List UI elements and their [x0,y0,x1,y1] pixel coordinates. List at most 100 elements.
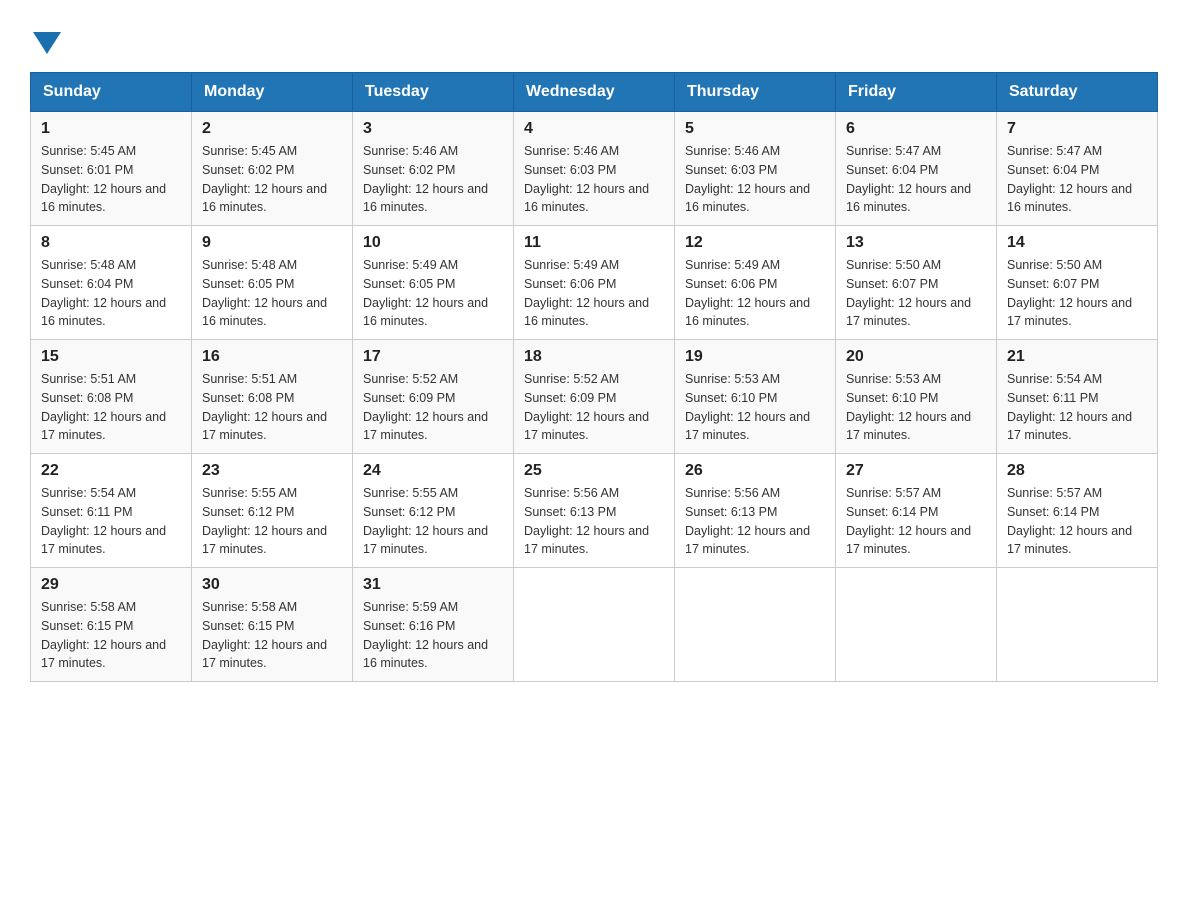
day-number: 6 [846,120,986,138]
day-info: Sunrise: 5:56 AMSunset: 6:13 PMDaylight:… [685,484,825,559]
day-info: Sunrise: 5:50 AMSunset: 6:07 PMDaylight:… [1007,256,1147,331]
day-number: 31 [363,576,503,594]
day-number: 3 [363,120,503,138]
calendar-cell: 22 Sunrise: 5:54 AMSunset: 6:11 PMDaylig… [31,454,192,568]
calendar-week-row: 29 Sunrise: 5:58 AMSunset: 6:15 PMDaylig… [31,568,1158,682]
day-info: Sunrise: 5:46 AMSunset: 6:03 PMDaylight:… [524,142,664,217]
page-header [30,20,1158,54]
day-number: 28 [1007,462,1147,480]
calendar-cell: 31 Sunrise: 5:59 AMSunset: 6:16 PMDaylig… [353,568,514,682]
header-cell-wednesday: Wednesday [514,73,675,112]
day-info: Sunrise: 5:48 AMSunset: 6:05 PMDaylight:… [202,256,342,331]
calendar-cell: 3 Sunrise: 5:46 AMSunset: 6:02 PMDayligh… [353,112,514,226]
calendar-cell: 26 Sunrise: 5:56 AMSunset: 6:13 PMDaylig… [675,454,836,568]
calendar-cell: 27 Sunrise: 5:57 AMSunset: 6:14 PMDaylig… [836,454,997,568]
logo [30,28,61,54]
day-number: 5 [685,120,825,138]
day-number: 21 [1007,348,1147,366]
calendar-cell: 6 Sunrise: 5:47 AMSunset: 6:04 PMDayligh… [836,112,997,226]
calendar-cell: 12 Sunrise: 5:49 AMSunset: 6:06 PMDaylig… [675,226,836,340]
day-number: 15 [41,348,181,366]
calendar-cell [836,568,997,682]
calendar-cell: 7 Sunrise: 5:47 AMSunset: 6:04 PMDayligh… [997,112,1158,226]
header-cell-thursday: Thursday [675,73,836,112]
day-info: Sunrise: 5:52 AMSunset: 6:09 PMDaylight:… [524,370,664,445]
day-info: Sunrise: 5:58 AMSunset: 6:15 PMDaylight:… [41,598,181,673]
day-info: Sunrise: 5:49 AMSunset: 6:06 PMDaylight:… [685,256,825,331]
day-info: Sunrise: 5:51 AMSunset: 6:08 PMDaylight:… [41,370,181,445]
day-info: Sunrise: 5:45 AMSunset: 6:02 PMDaylight:… [202,142,342,217]
day-number: 26 [685,462,825,480]
calendar-cell: 29 Sunrise: 5:58 AMSunset: 6:15 PMDaylig… [31,568,192,682]
day-info: Sunrise: 5:49 AMSunset: 6:05 PMDaylight:… [363,256,503,331]
calendar-cell: 16 Sunrise: 5:51 AMSunset: 6:08 PMDaylig… [192,340,353,454]
day-info: Sunrise: 5:59 AMSunset: 6:16 PMDaylight:… [363,598,503,673]
calendar-cell: 11 Sunrise: 5:49 AMSunset: 6:06 PMDaylig… [514,226,675,340]
calendar-cell: 4 Sunrise: 5:46 AMSunset: 6:03 PMDayligh… [514,112,675,226]
calendar-cell: 23 Sunrise: 5:55 AMSunset: 6:12 PMDaylig… [192,454,353,568]
calendar-cell: 1 Sunrise: 5:45 AMSunset: 6:01 PMDayligh… [31,112,192,226]
calendar-table: SundayMondayTuesdayWednesdayThursdayFrid… [30,72,1158,682]
day-info: Sunrise: 5:56 AMSunset: 6:13 PMDaylight:… [524,484,664,559]
day-number: 22 [41,462,181,480]
day-number: 13 [846,234,986,252]
day-info: Sunrise: 5:55 AMSunset: 6:12 PMDaylight:… [363,484,503,559]
calendar-cell: 28 Sunrise: 5:57 AMSunset: 6:14 PMDaylig… [997,454,1158,568]
calendar-cell: 25 Sunrise: 5:56 AMSunset: 6:13 PMDaylig… [514,454,675,568]
calendar-cell [997,568,1158,682]
header-cell-saturday: Saturday [997,73,1158,112]
day-number: 30 [202,576,342,594]
calendar-cell: 21 Sunrise: 5:54 AMSunset: 6:11 PMDaylig… [997,340,1158,454]
day-number: 1 [41,120,181,138]
day-number: 25 [524,462,664,480]
calendar-week-row: 22 Sunrise: 5:54 AMSunset: 6:11 PMDaylig… [31,454,1158,568]
calendar-cell: 30 Sunrise: 5:58 AMSunset: 6:15 PMDaylig… [192,568,353,682]
calendar-cell: 15 Sunrise: 5:51 AMSunset: 6:08 PMDaylig… [31,340,192,454]
day-info: Sunrise: 5:53 AMSunset: 6:10 PMDaylight:… [685,370,825,445]
logo-triangle-icon [33,32,61,54]
day-info: Sunrise: 5:49 AMSunset: 6:06 PMDaylight:… [524,256,664,331]
day-number: 23 [202,462,342,480]
day-number: 11 [524,234,664,252]
day-info: Sunrise: 5:47 AMSunset: 6:04 PMDaylight:… [1007,142,1147,217]
calendar-cell: 9 Sunrise: 5:48 AMSunset: 6:05 PMDayligh… [192,226,353,340]
day-info: Sunrise: 5:51 AMSunset: 6:08 PMDaylight:… [202,370,342,445]
day-number: 18 [524,348,664,366]
calendar-header: SundayMondayTuesdayWednesdayThursdayFrid… [31,73,1158,112]
header-cell-tuesday: Tuesday [353,73,514,112]
day-number: 4 [524,120,664,138]
calendar-body: 1 Sunrise: 5:45 AMSunset: 6:01 PMDayligh… [31,112,1158,682]
calendar-cell: 24 Sunrise: 5:55 AMSunset: 6:12 PMDaylig… [353,454,514,568]
header-cell-sunday: Sunday [31,73,192,112]
calendar-cell: 13 Sunrise: 5:50 AMSunset: 6:07 PMDaylig… [836,226,997,340]
day-number: 17 [363,348,503,366]
calendar-week-row: 15 Sunrise: 5:51 AMSunset: 6:08 PMDaylig… [31,340,1158,454]
header-cell-monday: Monday [192,73,353,112]
day-number: 7 [1007,120,1147,138]
day-info: Sunrise: 5:54 AMSunset: 6:11 PMDaylight:… [41,484,181,559]
calendar-cell: 20 Sunrise: 5:53 AMSunset: 6:10 PMDaylig… [836,340,997,454]
day-info: Sunrise: 5:48 AMSunset: 6:04 PMDaylight:… [41,256,181,331]
day-number: 12 [685,234,825,252]
day-number: 20 [846,348,986,366]
day-info: Sunrise: 5:58 AMSunset: 6:15 PMDaylight:… [202,598,342,673]
calendar-week-row: 1 Sunrise: 5:45 AMSunset: 6:01 PMDayligh… [31,112,1158,226]
day-info: Sunrise: 5:53 AMSunset: 6:10 PMDaylight:… [846,370,986,445]
day-number: 8 [41,234,181,252]
calendar-cell: 18 Sunrise: 5:52 AMSunset: 6:09 PMDaylig… [514,340,675,454]
day-info: Sunrise: 5:47 AMSunset: 6:04 PMDaylight:… [846,142,986,217]
day-number: 29 [41,576,181,594]
day-number: 10 [363,234,503,252]
calendar-cell: 10 Sunrise: 5:49 AMSunset: 6:05 PMDaylig… [353,226,514,340]
day-info: Sunrise: 5:52 AMSunset: 6:09 PMDaylight:… [363,370,503,445]
day-number: 14 [1007,234,1147,252]
day-number: 19 [685,348,825,366]
header-cell-friday: Friday [836,73,997,112]
day-number: 2 [202,120,342,138]
day-info: Sunrise: 5:45 AMSunset: 6:01 PMDaylight:… [41,142,181,217]
day-number: 16 [202,348,342,366]
calendar-cell: 2 Sunrise: 5:45 AMSunset: 6:02 PMDayligh… [192,112,353,226]
day-number: 24 [363,462,503,480]
calendar-cell: 19 Sunrise: 5:53 AMSunset: 6:10 PMDaylig… [675,340,836,454]
calendar-week-row: 8 Sunrise: 5:48 AMSunset: 6:04 PMDayligh… [31,226,1158,340]
